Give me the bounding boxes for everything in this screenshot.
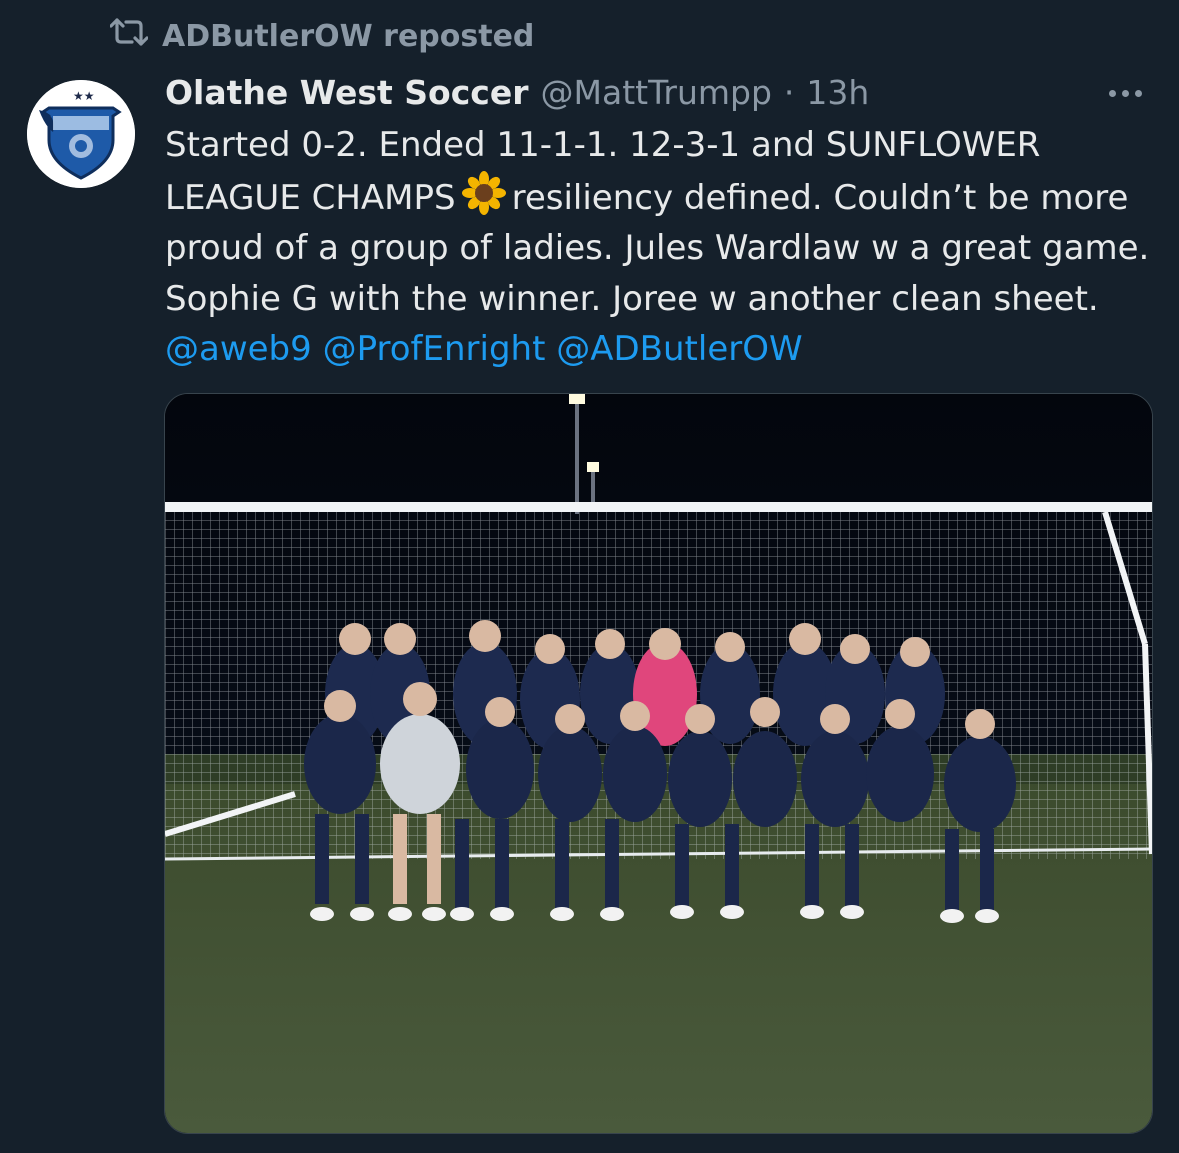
team-photo-image[interactable] xyxy=(164,393,1153,1134)
mention-profenright[interactable]: @ProfEnright xyxy=(323,329,546,369)
avatar[interactable]: ★★ xyxy=(27,80,135,188)
display-name[interactable]: Olathe West Soccer xyxy=(165,73,529,112)
tweet-header: Olathe West Soccer @MattTrumpp · 13h xyxy=(165,68,869,116)
tweet-text: Started 0-2. Ended 11-1-1. 12-3-1 and SU… xyxy=(165,120,1155,375)
svg-text:★★: ★★ xyxy=(73,89,95,103)
timestamp[interactable]: 13h xyxy=(806,73,869,112)
mention-aweb9[interactable]: @aweb9 xyxy=(165,329,312,369)
user-handle[interactable]: @MattTrumpp xyxy=(541,73,772,112)
olathe-west-owls-logo: ★★ xyxy=(27,80,135,188)
sunflower-emoji xyxy=(461,170,506,215)
more-options-icon[interactable] xyxy=(1100,78,1150,108)
repost-indicator[interactable]: ADButlerOW reposted xyxy=(109,16,535,56)
separator-dot: · xyxy=(783,72,795,112)
repost-label: ADButlerOW reposted xyxy=(162,18,535,54)
repost-icon xyxy=(109,16,149,56)
mention-adbutlerow[interactable]: @ADButlerOW xyxy=(556,329,802,369)
